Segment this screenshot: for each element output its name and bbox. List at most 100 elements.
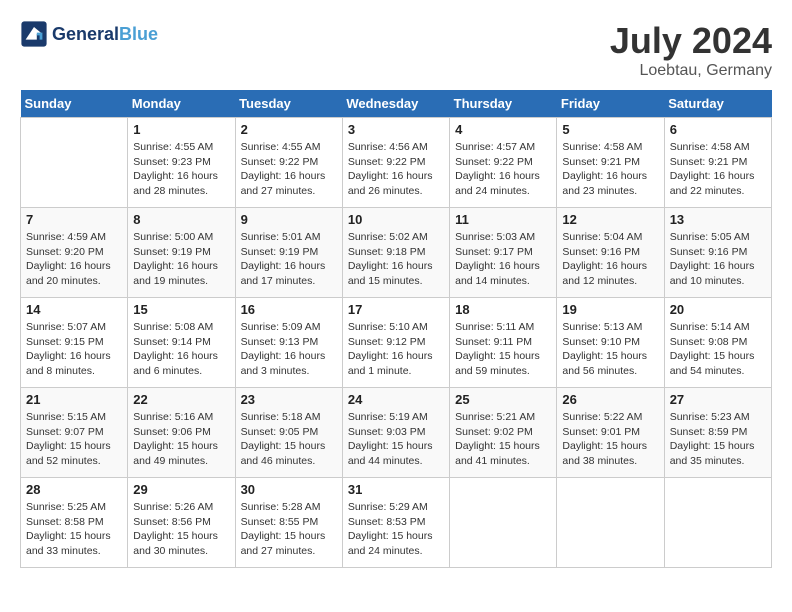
day-cell	[557, 478, 664, 568]
day-number: 9	[241, 212, 337, 227]
day-number: 8	[133, 212, 229, 227]
day-info: Sunrise: 5:16 AMSunset: 9:06 PMDaylight:…	[133, 410, 229, 469]
week-row-2: 7 Sunrise: 4:59 AMSunset: 9:20 PMDaylight…	[21, 208, 772, 298]
day-info: Sunrise: 4:59 AMSunset: 9:20 PMDaylight:…	[26, 230, 122, 289]
day-info: Sunrise: 4:56 AMSunset: 9:22 PMDaylight:…	[348, 140, 444, 199]
day-number: 23	[241, 392, 337, 407]
day-cell: 1Sunrise: 4:55 AMSunset: 9:23 PMDaylight…	[128, 118, 235, 208]
day-cell: 7 Sunrise: 4:59 AMSunset: 9:20 PMDaylight…	[21, 208, 128, 298]
day-info: Sunrise: 5:03 AMSunset: 9:17 PMDaylight:…	[455, 230, 551, 289]
day-number: 24	[348, 392, 444, 407]
day-info: Sunrise: 4:58 AMSunset: 9:21 PMDaylight:…	[670, 140, 766, 199]
day-info: Sunrise: 5:00 AMSunset: 9:19 PMDaylight:…	[133, 230, 229, 289]
day-info: Sunrise: 5:05 AMSunset: 9:16 PMDaylight:…	[670, 230, 766, 289]
day-cell: 26 Sunrise: 5:22 AMSunset: 9:01 PMDayligh…	[557, 388, 664, 478]
day-cell: 13 Sunrise: 5:05 AMSunset: 9:16 PMDayligh…	[664, 208, 771, 298]
header-monday: Monday	[128, 90, 235, 118]
day-number: 31	[348, 482, 444, 497]
week-row-3: 14 Sunrise: 5:07 AMSunset: 9:15 PMDayligh…	[21, 298, 772, 388]
day-cell: 5 Sunrise: 4:58 AMSunset: 9:21 PMDaylight…	[557, 118, 664, 208]
day-number: 29	[133, 482, 229, 497]
day-number: 7	[26, 212, 122, 227]
day-cell: 23Sunrise: 5:18 AMSunset: 9:05 PMDayligh…	[235, 388, 342, 478]
day-info: Sunrise: 5:22 AMSunset: 9:01 PMDaylight:…	[562, 410, 658, 469]
day-number: 1	[133, 122, 229, 137]
day-info: Sunrise: 5:09 AMSunset: 9:13 PMDaylight:…	[241, 320, 337, 379]
header-sunday: Sunday	[21, 90, 128, 118]
day-number: 4	[455, 122, 551, 137]
day-info: Sunrise: 5:15 AMSunset: 9:07 PMDaylight:…	[26, 410, 122, 469]
day-number: 6	[670, 122, 766, 137]
day-cell: 16Sunrise: 5:09 AMSunset: 9:13 PMDayligh…	[235, 298, 342, 388]
day-cell: 21 Sunrise: 5:15 AMSunset: 9:07 PMDayligh…	[21, 388, 128, 478]
day-cell: 12 Sunrise: 5:04 AMSunset: 9:16 PMDayligh…	[557, 208, 664, 298]
day-cell: 20 Sunrise: 5:14 AMSunset: 9:08 PMDayligh…	[664, 298, 771, 388]
day-cell: 30Sunrise: 5:28 AMSunset: 8:55 PMDayligh…	[235, 478, 342, 568]
week-row-5: 28 Sunrise: 5:25 AMSunset: 8:58 PMDayligh…	[21, 478, 772, 568]
day-number: 28	[26, 482, 122, 497]
day-info: Sunrise: 5:26 AMSunset: 8:56 PMDaylight:…	[133, 500, 229, 559]
day-number: 5	[562, 122, 658, 137]
day-cell: 25 Sunrise: 5:21 AMSunset: 9:02 PMDayligh…	[450, 388, 557, 478]
page-header: GeneralBlue July 2024 Loebtau, Germany	[20, 20, 772, 80]
day-cell	[450, 478, 557, 568]
day-cell: 10Sunrise: 5:02 AMSunset: 9:18 PMDayligh…	[342, 208, 449, 298]
day-number: 27	[670, 392, 766, 407]
day-info: Sunrise: 5:19 AMSunset: 9:03 PMDaylight:…	[348, 410, 444, 469]
header-saturday: Saturday	[664, 90, 771, 118]
day-cell: 29 Sunrise: 5:26 AMSunset: 8:56 PMDayligh…	[128, 478, 235, 568]
title-block: July 2024 Loebtau, Germany	[610, 20, 772, 80]
day-cell: 2 Sunrise: 4:55 AMSunset: 9:22 PMDaylight…	[235, 118, 342, 208]
day-cell: 15 Sunrise: 5:08 AMSunset: 9:14 PMDayligh…	[128, 298, 235, 388]
day-info: Sunrise: 5:21 AMSunset: 9:02 PMDaylight:…	[455, 410, 551, 469]
day-number: 15	[133, 302, 229, 317]
day-info: Sunrise: 5:08 AMSunset: 9:14 PMDaylight:…	[133, 320, 229, 379]
day-number: 19	[562, 302, 658, 317]
day-number: 2	[241, 122, 337, 137]
day-cell: 17Sunrise: 5:10 AMSunset: 9:12 PMDayligh…	[342, 298, 449, 388]
day-info: Sunrise: 4:58 AMSunset: 9:21 PMDaylight:…	[562, 140, 658, 199]
logo-icon	[20, 20, 48, 48]
logo: GeneralBlue	[20, 20, 158, 48]
week-row-4: 21 Sunrise: 5:15 AMSunset: 9:07 PMDayligh…	[21, 388, 772, 478]
day-cell: 24 Sunrise: 5:19 AMSunset: 9:03 PMDayligh…	[342, 388, 449, 478]
day-cell: 31 Sunrise: 5:29 AMSunset: 8:53 PMDayligh…	[342, 478, 449, 568]
header-wednesday: Wednesday	[342, 90, 449, 118]
day-number: 21	[26, 392, 122, 407]
day-info: Sunrise: 5:04 AMSunset: 9:16 PMDaylight:…	[562, 230, 658, 289]
day-number: 30	[241, 482, 337, 497]
day-info: Sunrise: 5:01 AMSunset: 9:19 PMDaylight:…	[241, 230, 337, 289]
logo-text: GeneralBlue	[52, 24, 158, 45]
day-info: Sunrise: 5:07 AMSunset: 9:15 PMDaylight:…	[26, 320, 122, 379]
day-cell: 18Sunrise: 5:11 AMSunset: 9:11 PMDayligh…	[450, 298, 557, 388]
month-title: July 2024	[610, 20, 772, 62]
day-number: 13	[670, 212, 766, 227]
calendar-table: SundayMondayTuesdayWednesdayThursdayFrid…	[20, 90, 772, 568]
day-number: 20	[670, 302, 766, 317]
day-number: 22	[133, 392, 229, 407]
day-info: Sunrise: 5:13 AMSunset: 9:10 PMDaylight:…	[562, 320, 658, 379]
day-number: 18	[455, 302, 551, 317]
day-number: 12	[562, 212, 658, 227]
day-number: 17	[348, 302, 444, 317]
day-info: Sunrise: 5:23 AMSunset: 8:59 PMDaylight:…	[670, 410, 766, 469]
day-cell	[21, 118, 128, 208]
header-tuesday: Tuesday	[235, 90, 342, 118]
day-info: Sunrise: 4:57 AMSunset: 9:22 PMDaylight:…	[455, 140, 551, 199]
day-number: 14	[26, 302, 122, 317]
day-info: Sunrise: 5:25 AMSunset: 8:58 PMDaylight:…	[26, 500, 122, 559]
day-cell: 4 Sunrise: 4:57 AMSunset: 9:22 PMDaylight…	[450, 118, 557, 208]
day-number: 26	[562, 392, 658, 407]
day-info: Sunrise: 4:55 AMSunset: 9:22 PMDaylight:…	[241, 140, 337, 199]
day-info: Sunrise: 5:29 AMSunset: 8:53 PMDaylight:…	[348, 500, 444, 559]
day-number: 11	[455, 212, 551, 227]
day-cell: 22 Sunrise: 5:16 AMSunset: 9:06 PMDayligh…	[128, 388, 235, 478]
header-friday: Friday	[557, 90, 664, 118]
day-cell: 19 Sunrise: 5:13 AMSunset: 9:10 PMDayligh…	[557, 298, 664, 388]
week-row-1: 1Sunrise: 4:55 AMSunset: 9:23 PMDaylight…	[21, 118, 772, 208]
day-cell: 11 Sunrise: 5:03 AMSunset: 9:17 PMDayligh…	[450, 208, 557, 298]
day-cell: 9 Sunrise: 5:01 AMSunset: 9:19 PMDaylight…	[235, 208, 342, 298]
day-cell	[664, 478, 771, 568]
day-number: 25	[455, 392, 551, 407]
day-info: Sunrise: 5:14 AMSunset: 9:08 PMDaylight:…	[670, 320, 766, 379]
